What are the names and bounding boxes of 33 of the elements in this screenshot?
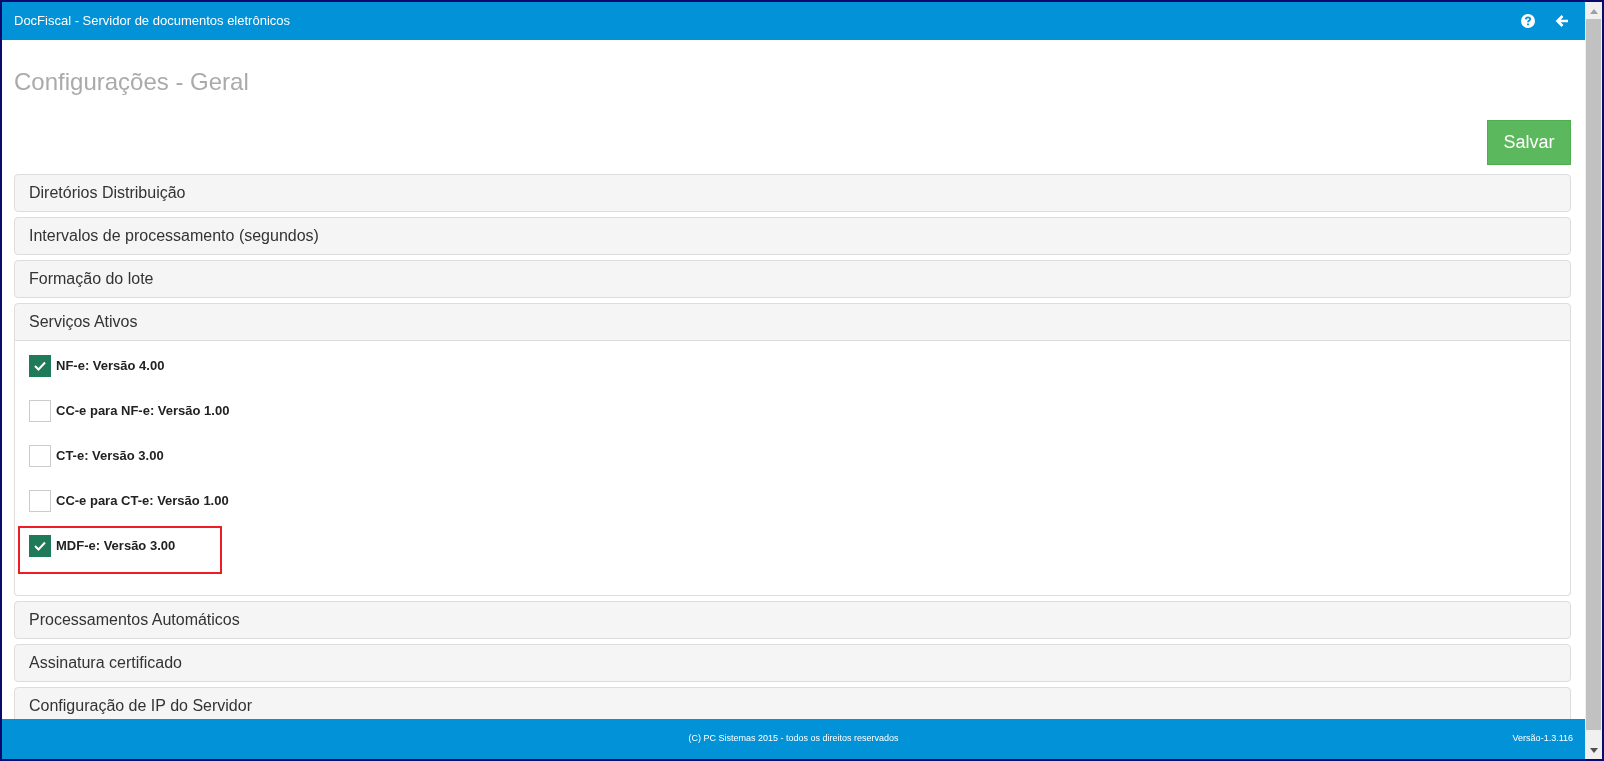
panel-title: Configuração de IP do Servidor <box>29 696 252 716</box>
checkbox[interactable] <box>29 535 51 557</box>
panel-title: Serviços Ativos <box>29 312 138 332</box>
help-icon[interactable] <box>1521 14 1535 28</box>
option-label: CT-e: Versão 3.00 <box>56 447 164 465</box>
checkmark-icon <box>34 541 46 551</box>
scroll-down-icon[interactable] <box>1589 748 1598 753</box>
panel-title: Diretórios Distribuição <box>29 183 186 203</box>
panel-title: Assinatura certificado <box>29 653 182 673</box>
option-label: NF-e: Versão 4.00 <box>56 357 165 375</box>
back-arrow-icon[interactable] <box>1555 14 1569 28</box>
scrollbar-thumb[interactable] <box>1586 19 1601 730</box>
panel-header[interactable]: Assinatura certificado <box>14 644 1571 682</box>
checkbox[interactable] <box>29 355 51 377</box>
panel-header[interactable]: Processamentos Automáticos <box>14 601 1571 639</box>
panel-header[interactable]: Serviços Ativos <box>14 303 1571 341</box>
panel-title: Intervalos de processamento (segundos) <box>29 226 319 246</box>
page-title: Configurações - Geral <box>14 67 250 97</box>
window-title: DocFiscal - Servidor de documentos eletrônicos <box>14 12 290 31</box>
panel-header[interactable]: Diretórios Distribuição <box>14 174 1571 212</box>
scrollbar[interactable] <box>1585 2 1602 759</box>
panel-title: Formação do lote <box>29 269 154 289</box>
panel-header[interactable]: Formação do lote <box>14 260 1571 298</box>
copyright-text: (C) PC Sistemas 2015 - todos os direitos reservados <box>688 732 899 746</box>
checkmark-icon <box>34 361 46 371</box>
option-label: CC-e para CT-e: Versão 1.00 <box>56 492 229 510</box>
version-text: Versão-1.3.116 <box>1512 732 1573 746</box>
panel-header[interactable]: Intervalos de processamento (segundos) <box>14 217 1571 255</box>
option-label: CC-e para NF-e: Versão 1.00 <box>56 402 230 420</box>
panel-header[interactable]: Configuração de IP do Servidor <box>14 687 1571 719</box>
panel-title: Processamentos Automáticos <box>29 610 240 630</box>
option-label: MDF-e: Versão 3.00 <box>56 537 176 555</box>
scroll-up-icon[interactable] <box>1589 9 1598 14</box>
